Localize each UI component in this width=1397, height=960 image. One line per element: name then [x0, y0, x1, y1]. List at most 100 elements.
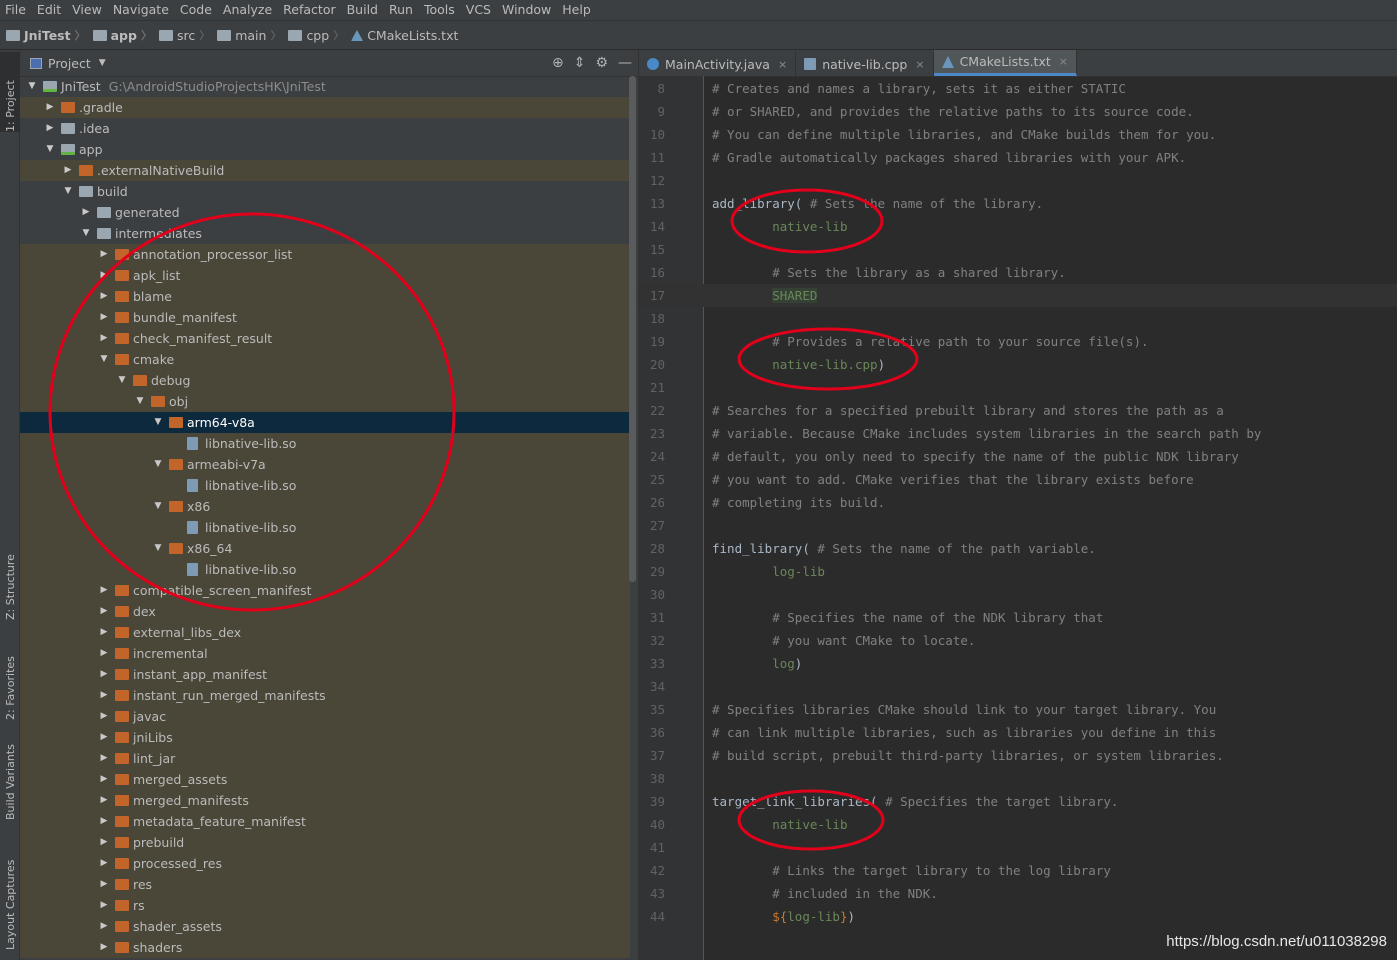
collapse-arrow-icon[interactable]: ▶	[98, 328, 110, 349]
collapse-all-icon[interactable]: ⇕	[574, 55, 586, 71]
tree-scrollbar[interactable]	[629, 76, 636, 582]
tree-node[interactable]: ▶ res	[20, 874, 630, 895]
editor-tab[interactable]: native-lib.cpp ×	[796, 52, 934, 76]
gear-icon[interactable]: ⚙	[595, 55, 608, 71]
tree-node[interactable]: ▼ intermediates	[20, 223, 630, 244]
tree-node[interactable]: libnative-lib.so	[20, 433, 630, 454]
tree-node[interactable]: ▶ instant_app_manifest	[20, 664, 630, 685]
tree-node[interactable]: ▶ apk_list	[20, 265, 630, 286]
hide-panel-icon[interactable]: —	[618, 55, 632, 71]
menu-item-navigate[interactable]: Navigate	[108, 0, 175, 20]
close-icon[interactable]: ×	[915, 58, 924, 71]
expand-arrow-icon[interactable]: ▼	[62, 181, 74, 202]
tree-node[interactable]: ▶ .idea	[20, 118, 630, 139]
menu-item-vcs[interactable]: VCS	[461, 0, 497, 20]
breadcrumb-item-0[interactable]: JniTest 〉	[6, 27, 91, 43]
tree-node[interactable]: ▶ merged_assets	[20, 769, 630, 790]
collapse-arrow-icon[interactable]: ▶	[98, 727, 110, 748]
tree-node[interactable]: ▶ .externalNativeBuild	[20, 160, 630, 181]
tree-node[interactable]: ▼ cmake	[20, 349, 630, 370]
tree-node[interactable]: ▶ annotation_processor_list	[20, 244, 630, 265]
tree-node[interactable]: ▶ processed_res	[20, 853, 630, 874]
collapse-arrow-icon[interactable]: ▶	[98, 916, 110, 937]
collapse-arrow-icon[interactable]: ▶	[98, 307, 110, 328]
expand-arrow-icon[interactable]: ▼	[26, 76, 38, 97]
menu-item-code[interactable]: Code	[175, 0, 218, 20]
tree-node[interactable]: ▶ compatible_screen_manifest	[20, 580, 630, 601]
collapse-arrow-icon[interactable]: ▶	[98, 286, 110, 307]
collapse-arrow-icon[interactable]: ▶	[98, 601, 110, 622]
tree-node[interactable]: ▶ metadata_feature_manifest	[20, 811, 630, 832]
expand-arrow-icon[interactable]: ▼	[116, 370, 128, 391]
tree-node[interactable]: ▼ arm64-v8a	[20, 412, 630, 433]
breadcrumb-item-1[interactable]: app 〉	[92, 27, 157, 43]
tab-layout-captures-tool[interactable]: Layout Captures	[0, 850, 20, 950]
menu-item-tools[interactable]: Tools	[419, 0, 461, 20]
breadcrumb-item-4[interactable]: cpp 〉	[288, 27, 349, 43]
tree-node[interactable]: ▶ check_manifest_result	[20, 328, 630, 349]
collapse-arrow-icon[interactable]: ▶	[98, 664, 110, 685]
tree-node[interactable]: ▶ blame	[20, 286, 630, 307]
editor-tab[interactable]: CMakeLists.txt ×	[933, 50, 1077, 76]
tree-node[interactable]: libnative-lib.so	[20, 475, 630, 496]
code-area[interactable]: 8 # Creates and names a library, sets it …	[639, 77, 1397, 928]
tree-node[interactable]: libnative-lib.so	[20, 517, 630, 538]
tree-node[interactable]: ▶ rs	[20, 895, 630, 916]
tree-node[interactable]: ▼ obj	[20, 391, 630, 412]
menu-item-refactor[interactable]: Refactor	[278, 0, 341, 20]
collapse-arrow-icon[interactable]: ▶	[62, 160, 74, 181]
collapse-arrow-icon[interactable]: ▶	[98, 874, 110, 895]
menu-item-window[interactable]: Window	[497, 0, 557, 20]
expand-arrow-icon[interactable]: ▼	[152, 412, 164, 433]
expand-arrow-icon[interactable]: ▼	[98, 349, 110, 370]
tree-node[interactable]: ▶ .gradle	[20, 97, 630, 118]
menu-item-analyze[interactable]: Analyze	[218, 0, 278, 20]
collapse-arrow-icon[interactable]: ▶	[98, 937, 110, 958]
menu-item-edit[interactable]: Edit	[32, 0, 67, 20]
close-icon[interactable]: ×	[1059, 55, 1068, 68]
collapse-arrow-icon[interactable]: ▶	[98, 748, 110, 769]
tree-node[interactable]: ▼ x86	[20, 496, 630, 517]
tree-node[interactable]: ▶ dex	[20, 601, 630, 622]
tab-build-variants-tool[interactable]: Build Variants	[0, 740, 20, 820]
collapse-arrow-icon[interactable]: ▶	[98, 832, 110, 853]
tree-node[interactable]: ▶ bundle_manifest	[20, 307, 630, 328]
locate-file-icon[interactable]: ⊕	[552, 55, 564, 71]
collapse-arrow-icon[interactable]: ▶	[98, 853, 110, 874]
collapse-arrow-icon[interactable]: ▶	[98, 895, 110, 916]
collapse-arrow-icon[interactable]: ▶	[44, 97, 56, 118]
collapse-arrow-icon[interactable]: ▶	[98, 643, 110, 664]
menu-item-help[interactable]: Help	[557, 0, 597, 20]
collapse-arrow-icon[interactable]: ▶	[98, 811, 110, 832]
tree-node[interactable]: ▶ incremental	[20, 643, 630, 664]
project-view-dropdown[interactable]: Project ▼	[30, 56, 106, 71]
tree-node[interactable]: ▶ external_libs_dex	[20, 622, 630, 643]
expand-arrow-icon[interactable]: ▼	[44, 139, 56, 160]
breadcrumb-item-3[interactable]: main 〉	[217, 27, 286, 43]
tree-node[interactable]: ▼ armeabi-v7a	[20, 454, 630, 475]
menu-item-run[interactable]: Run	[384, 0, 419, 20]
tree-node[interactable]: ▼ debug	[20, 370, 630, 391]
collapse-arrow-icon[interactable]: ▶	[98, 580, 110, 601]
collapse-arrow-icon[interactable]: ▶	[98, 706, 110, 727]
collapse-arrow-icon[interactable]: ▶	[98, 769, 110, 790]
tree-node[interactable]: ▶ prebuild	[20, 832, 630, 853]
tree-node[interactable]: ▶ lint_jar	[20, 748, 630, 769]
expand-arrow-icon[interactable]: ▼	[152, 496, 164, 517]
menu-item-view[interactable]: View	[67, 0, 108, 20]
tree-node[interactable]: ▶ shader_assets	[20, 916, 630, 937]
expand-arrow-icon[interactable]: ▼	[152, 454, 164, 475]
tree-node[interactable]: ▶ instant_run_merged_manifests	[20, 685, 630, 706]
expand-arrow-icon[interactable]: ▼	[134, 391, 146, 412]
collapse-arrow-icon[interactable]: ▶	[80, 202, 92, 223]
tree-node[interactable]: ▶ generated	[20, 202, 630, 223]
tree-node[interactable]: ▶ javac	[20, 706, 630, 727]
collapse-arrow-icon[interactable]: ▶	[98, 265, 110, 286]
collapse-arrow-icon[interactable]: ▶	[98, 244, 110, 265]
breadcrumb-item-5[interactable]: CMakeLists.txt	[351, 28, 458, 43]
tree-node[interactable]: libnative-lib.so	[20, 559, 630, 580]
collapse-arrow-icon[interactable]: ▶	[98, 685, 110, 706]
collapse-arrow-icon[interactable]: ▶	[98, 622, 110, 643]
tree-node[interactable]: ▼ build	[20, 181, 630, 202]
collapse-arrow-icon[interactable]: ▶	[44, 118, 56, 139]
